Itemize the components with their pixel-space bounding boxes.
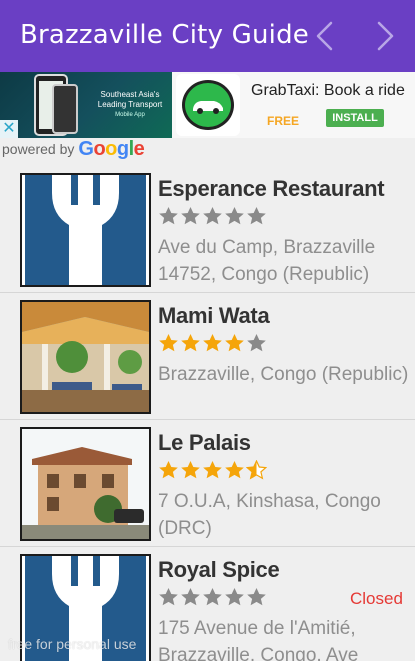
app-bar: Brazzaville City Guide [0, 0, 415, 72]
google-attribution: powered by Google [2, 138, 145, 161]
attribution-text: powered by [2, 141, 75, 157]
star-icon [159, 207, 178, 225]
place-address: 7 O.U.A, Kinshasa, Congo (DRC) [158, 491, 381, 539]
place-photo [20, 300, 151, 414]
rating-stars [158, 587, 267, 607]
star-icon [225, 588, 244, 606]
place-name: Le Palais [158, 430, 251, 455]
place-address: Brazzaville, Congo (Republic) [158, 364, 409, 385]
rating-stars [158, 460, 267, 480]
star-icon [203, 588, 222, 606]
app-title: Brazzaville City Guide [20, 20, 309, 50]
star-icon [225, 334, 244, 352]
watermark: free for personal use [8, 636, 137, 652]
status-badge: Closed [350, 589, 403, 608]
star-icon [247, 207, 266, 225]
star-icon [159, 334, 178, 352]
star-icon [246, 460, 267, 480]
chevron-right-icon[interactable] [369, 19, 403, 53]
ad-banner[interactable]: Southeast Asia's Leading Transport Mobil… [0, 72, 415, 138]
place-list-item[interactable]: Le Palais 7 O.U.A, Kinshasa, Congo (DRC) [0, 420, 415, 547]
place-list-item[interactable]: Esperance Restaurant Ave du Camp, Brazzav… [0, 166, 415, 293]
place-name: Esperance Restaurant [158, 176, 385, 201]
ad-headline[interactable]: GrabTaxi: Book a ride [251, 82, 405, 100]
ad-image-text: Southeast Asia's Leading Transport Mobil… [97, 90, 163, 118]
place-list-item[interactable]: Mami Wata Brazzaville, Congo (Republic) [0, 293, 415, 420]
google-logo: Google [78, 138, 144, 161]
star-icon [181, 334, 200, 352]
place-photo [20, 427, 151, 541]
place-name: Royal Spice [158, 557, 280, 582]
star-icon [203, 461, 222, 479]
star-icon [247, 588, 266, 606]
star-icon [159, 588, 178, 606]
star-icon [203, 207, 222, 225]
rating-stars [158, 206, 267, 226]
close-icon[interactable]: ✕ [0, 120, 18, 138]
rating-stars [158, 333, 267, 353]
ad-price: FREE [267, 114, 300, 128]
star-icon [247, 334, 266, 352]
chevron-left-icon[interactable] [307, 19, 341, 53]
phone-icon [52, 84, 78, 134]
star-icon [225, 207, 244, 225]
taxi-logo-icon [176, 74, 240, 136]
star-icon [225, 461, 244, 479]
place-address: Ave du Camp, Brazzaville 14752, Congo (R… [158, 237, 376, 285]
star-icon [181, 461, 200, 479]
ad-image: Southeast Asia's Leading Transport Mobil… [0, 72, 172, 138]
install-button[interactable]: INSTALL [326, 109, 384, 127]
google-logo-letter: G [78, 137, 94, 160]
fork-icon [20, 173, 151, 287]
place-name: Mami Wata [158, 303, 270, 328]
star-icon [203, 334, 222, 352]
google-logo-letter: o [93, 137, 106, 160]
star-icon [181, 588, 200, 606]
star-icon [181, 207, 200, 225]
star-icon [159, 461, 178, 479]
place-address: 175 Avenue de l'Amitié, Brazzaville, Con… [158, 618, 359, 661]
google-logo-letter: g [116, 137, 129, 160]
google-logo-letter: o [105, 137, 117, 160]
google-logo-letter: e [133, 137, 145, 160]
